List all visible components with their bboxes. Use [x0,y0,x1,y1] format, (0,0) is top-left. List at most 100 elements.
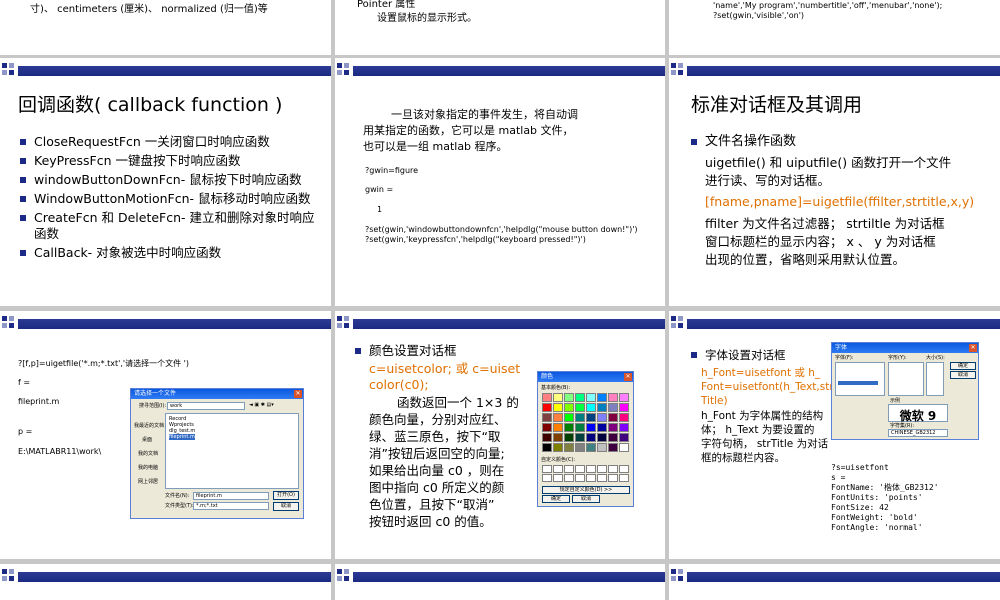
color-swatch[interactable] [564,413,574,422]
custom-color-swatch[interactable] [608,465,618,473]
slide-top-left: 寸)、 centimeters (厘米)、 normalized (归一值)等 [0,0,331,55]
toolbar-icons[interactable]: ◄ ▣ ✱ ▤▾ [249,402,274,408]
color-swatch[interactable] [597,393,607,402]
color-swatch[interactable] [553,443,563,452]
color-swatch[interactable] [597,433,607,442]
color-swatch[interactable] [575,423,585,432]
color-swatch[interactable] [575,413,585,422]
color-swatch[interactable] [608,433,618,442]
color-swatch[interactable] [575,443,585,452]
color-swatch[interactable] [564,393,574,402]
color-swatch[interactable] [586,443,596,452]
para-line: 绿、蓝三原色，按下“取 [369,429,501,444]
custom-color-grid[interactable] [542,465,630,483]
color-swatch[interactable] [586,433,596,442]
color-swatch[interactable] [597,443,607,452]
close-icon[interactable]: ✕ [969,344,977,352]
style-list[interactable] [888,362,924,396]
color-swatch[interactable] [564,423,574,432]
custom-color-swatch[interactable] [564,474,574,482]
color-swatch[interactable] [553,393,563,402]
color-swatch[interactable] [619,433,629,442]
slide-top-right: 'name','My program','numbertitle','off',… [669,0,1000,55]
color-swatch[interactable] [575,403,585,412]
font-list[interactable] [835,362,885,396]
custom-color-swatch[interactable] [619,474,629,482]
custom-color-swatch[interactable] [575,474,585,482]
color-swatch[interactable] [586,413,596,422]
places-item[interactable]: 我的文档 [138,451,158,457]
color-swatch[interactable] [575,393,585,402]
cancel-button[interactable]: 取消 [950,371,976,379]
custom-color-swatch[interactable] [619,465,629,473]
color-swatch[interactable] [542,423,552,432]
places-item[interactable]: 网上邻居 [138,479,158,485]
color-swatch[interactable] [575,433,585,442]
code-line: ?gwin=figure [365,166,419,175]
custom-color-swatch[interactable] [586,465,596,473]
color-swatch[interactable] [597,413,607,422]
color-swatch[interactable] [608,393,618,402]
color-swatch[interactable] [542,393,552,402]
color-swatch[interactable] [597,423,607,432]
ok-button[interactable]: 确定 [542,495,570,503]
color-swatch[interactable] [542,403,552,412]
color-swatch[interactable] [586,393,596,402]
close-icon[interactable]: ✕ [624,373,632,381]
color-swatch[interactable] [619,413,629,422]
close-icon[interactable]: ✕ [294,390,302,398]
basic-colors-label: 基本颜色(B): [541,385,571,391]
color-swatch[interactable] [553,423,563,432]
define-custom-button[interactable]: 规定自定义颜色(D) >> [542,486,630,494]
color-swatch[interactable] [542,413,552,422]
color-swatch[interactable] [553,403,563,412]
places-item[interactable]: 桌面 [142,437,152,443]
color-swatch[interactable] [608,413,618,422]
ok-button[interactable]: 确定 [950,362,976,370]
custom-color-swatch[interactable] [553,474,563,482]
custom-color-swatch[interactable] [564,465,574,473]
custom-color-swatch[interactable] [542,465,552,473]
color-swatch[interactable] [542,433,552,442]
color-swatch[interactable] [619,403,629,412]
color-swatch[interactable] [564,443,574,452]
color-swatch[interactable] [619,423,629,432]
color-swatch[interactable] [608,443,618,452]
custom-color-swatch[interactable] [575,465,585,473]
size-list[interactable] [926,362,944,396]
color-swatch[interactable] [553,413,563,422]
lookin-select[interactable]: work [167,402,245,410]
color-swatch[interactable] [586,423,596,432]
custom-color-swatch[interactable] [542,474,552,482]
custom-color-swatch[interactable] [586,474,596,482]
custom-color-swatch[interactable] [597,474,607,482]
filename-field[interactable]: fileprint.m [193,492,269,500]
places-item[interactable]: 我的电脑 [138,465,158,471]
list-item: CreateFcn 和 DeleteFcn- 建立和删除对象时响应函数 [20,210,316,242]
color-swatch[interactable] [608,403,618,412]
para-line: 框的标题栏内容。 [701,452,785,464]
color-swatch[interactable] [619,443,629,452]
filetype-select[interactable]: *.m;*.txt [193,502,269,510]
color-swatch[interactable] [597,403,607,412]
cancel-button[interactable]: 取消 [572,495,600,503]
list-item[interactable]: fileprint.m [169,434,195,440]
custom-color-swatch[interactable] [597,465,607,473]
color-swatch[interactable] [564,433,574,442]
filename-label: 文件名(N): [165,493,190,499]
basic-color-grid[interactable] [542,393,630,453]
color-swatch[interactable] [553,433,563,442]
color-swatch[interactable] [586,403,596,412]
cancel-button[interactable]: 取消 [273,502,299,511]
custom-color-swatch[interactable] [608,474,618,482]
open-button[interactable]: 打开(O) [273,491,299,500]
places-item[interactable]: 我最近的文档 [134,423,164,429]
file-list[interactable]: Record Wprojects dlg_test.m fileprint.m [165,413,299,489]
color-swatch[interactable] [542,443,552,452]
custom-color-swatch[interactable] [553,465,563,473]
color-swatch[interactable] [564,403,574,412]
color-swatch[interactable] [619,393,629,402]
script-select[interactable]: CHINESE_GB2312 [888,429,948,437]
color-swatch[interactable] [608,423,618,432]
para-line: 函数返回一个 1×3 的 [397,395,519,410]
